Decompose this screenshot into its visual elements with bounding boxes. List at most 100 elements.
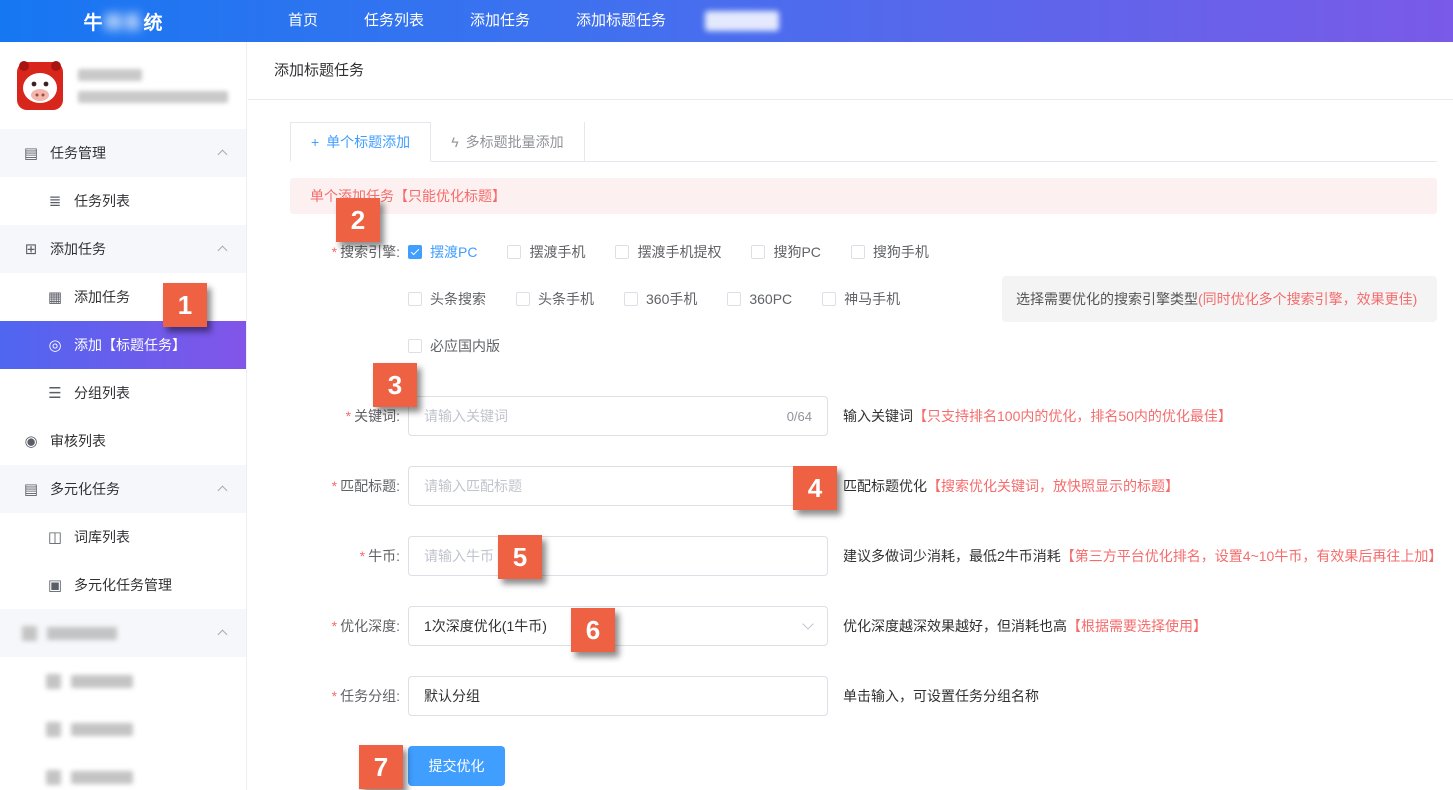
coin-input[interactable] xyxy=(424,548,812,564)
engine-option-sogou-mobile[interactable]: 搜狗手机 xyxy=(851,242,929,262)
sidebar-item-group-list[interactable]: ☰ 分组列表 xyxy=(0,369,246,417)
engine-tip-text: 选择需要优化的搜索引擎类型 xyxy=(1016,289,1198,309)
form-row-submit: 提交优化 xyxy=(290,746,1437,786)
help-text: 建议多做词少消耗，最低2牛币消耗 xyxy=(843,548,1061,564)
nav-user-redacted[interactable] xyxy=(705,11,779,31)
form-row-depth: *优化深度: 1次深度优化(1牛币) 优化深度越深效果越好，但消耗也高【根据需要… xyxy=(290,606,1437,646)
sidebar-section-diversified-tasks[interactable]: ▤ 多元化任务 xyxy=(0,465,246,513)
sidebar-item-diversified-task-management[interactable]: ▣ 多元化任务管理 xyxy=(0,561,246,609)
checkbox-icon[interactable] xyxy=(408,292,422,306)
keyword-help: 输入关键词【只支持排名100内的优化，排名50内的优化最佳】 xyxy=(843,396,1232,436)
redacted-icon xyxy=(46,722,61,737)
field-label-text: 优化深度: xyxy=(340,618,400,634)
tab-single-title-add[interactable]: + 单个标题添加 xyxy=(290,122,431,162)
window-icon: ▣ xyxy=(46,576,64,594)
sidebar-item-redacted-3[interactable] xyxy=(0,753,246,790)
coin-input-box[interactable] xyxy=(408,536,828,576)
field-label-text: 匹配标题: xyxy=(340,478,400,494)
step-marker-1: 1 xyxy=(163,283,207,327)
sidebar-item-add-title-task[interactable]: ◎ 添加【标题任务】 xyxy=(0,321,246,369)
sidebar-item-label: 多元化任务 xyxy=(50,479,120,499)
sidebar-item-lexicon-list[interactable]: ◫ 词库列表 xyxy=(0,513,246,561)
sidebar-item-add-task[interactable]: ▦ 添加任务 xyxy=(0,273,246,321)
chevron-up-icon xyxy=(218,150,228,160)
app-logo: 牛排系统 xyxy=(0,8,247,35)
keyword-input[interactable] xyxy=(424,408,779,424)
engine-row-1: 摆渡PC 摆渡手机 摆渡手机提权 搜狗PC 搜狗手机 xyxy=(408,232,1437,272)
engine-option-360-pc[interactable]: 360PC xyxy=(727,291,792,307)
checkbox-icon[interactable] xyxy=(516,292,530,306)
main-content: 添加标题任务 + 单个标题添加 ϟ 多标题批量添加 单个添加任务【只能优化标题】… xyxy=(248,42,1453,790)
engine-option-toutiao-search[interactable]: 头条搜索 xyxy=(408,289,486,309)
content-area: + 单个标题添加 ϟ 多标题批量添加 单个添加任务【只能优化标题】 *搜索引擎:… xyxy=(248,100,1453,786)
checkbox-icon[interactable] xyxy=(507,245,521,259)
chevron-down-icon xyxy=(802,618,813,629)
user-panel xyxy=(0,42,246,129)
engine-option-baidu-mobile-boost[interactable]: 摆渡手机提权 xyxy=(615,242,721,262)
eye-icon: ◉ xyxy=(22,432,40,450)
step-marker-5: 5 xyxy=(498,535,542,579)
form-row-coin: *牛币: 建议多做词少消耗，最低2牛币消耗【第三方平台优化排名，设置4~10牛币… xyxy=(290,536,1437,576)
group-input-box[interactable] xyxy=(408,676,828,716)
nav-item-home[interactable]: 首页 xyxy=(265,0,341,42)
checkbox-icon[interactable] xyxy=(615,245,629,259)
sidebar-item-redacted-1[interactable] xyxy=(0,657,246,705)
field-label: *优化深度: xyxy=(290,606,408,646)
page-title: 添加标题任务 xyxy=(248,42,1453,100)
sidebar-item-label: 分组列表 xyxy=(74,383,130,403)
sidebar-item-redacted-2[interactable] xyxy=(0,705,246,753)
sidebar-item-label: 多元化任务管理 xyxy=(74,575,172,595)
sidebar-item-label-redacted xyxy=(47,627,117,640)
checkbox-icon[interactable] xyxy=(624,292,638,306)
tab-batch-title-add[interactable]: ϟ 多标题批量添加 xyxy=(431,122,584,161)
field-label: *匹配标题: xyxy=(290,466,408,506)
engine-option-shenma-mobile[interactable]: 神马手机 xyxy=(822,289,900,309)
engine-option-label: 搜狗PC xyxy=(773,242,820,262)
group-help: 单击输入，可设置任务分组名称 xyxy=(843,676,1039,716)
group-input[interactable] xyxy=(424,688,812,704)
avatar xyxy=(14,58,66,114)
engine-option-sogou-pc[interactable]: 搜狗PC xyxy=(751,242,820,262)
engine-option-label: 360PC xyxy=(749,291,792,307)
help-text: 输入关键词 xyxy=(843,408,913,424)
redacted-icon xyxy=(46,770,61,785)
required-mark: * xyxy=(346,408,351,424)
engine-option-baidu-pc[interactable]: 摆渡PC xyxy=(408,242,477,262)
top-navbar: 牛排系统 首页 任务列表 添加任务 添加标题任务 xyxy=(0,0,1453,42)
book-icon: ◫ xyxy=(46,528,64,546)
nav-item-add-title-task[interactable]: 添加标题任务 xyxy=(553,0,689,42)
engine-option-360-mobile[interactable]: 360手机 xyxy=(624,289,697,309)
sidebar-item-review-list[interactable]: ◉ 审核列表 xyxy=(0,417,246,465)
tab-label: 单个标题添加 xyxy=(326,123,410,161)
depth-select[interactable]: 1次深度优化(1牛币) xyxy=(408,606,828,646)
engine-option-baidu-mobile[interactable]: 摆渡手机 xyxy=(507,242,585,262)
checkbox-icon[interactable] xyxy=(727,292,741,306)
step-marker-3: 3 xyxy=(373,363,417,407)
list-icon: ≣ xyxy=(46,192,64,210)
engine-row-2: 头条搜索 头条手机 360手机 360PC 神马手机 选择需要优化的搜索引擎类型… xyxy=(408,276,1437,322)
checkbox-icon[interactable] xyxy=(408,339,422,353)
sidebar-section-redacted[interactable] xyxy=(0,609,246,657)
checkbox-checked-icon[interactable] xyxy=(408,245,422,259)
help-text: 匹配标题优化 xyxy=(843,478,927,494)
match-title-input-box[interactable] xyxy=(408,466,828,506)
checkbox-icon[interactable] xyxy=(851,245,865,259)
form-row-keyword: *关键词: 0/64 输入关键词【只支持排名100内的优化，排名50内的优化最佳… xyxy=(290,396,1437,436)
engine-option-bing-cn[interactable]: 必应国内版 xyxy=(408,336,500,356)
engine-option-label: 头条搜索 xyxy=(430,289,486,309)
folder-icon: ▤ xyxy=(22,144,40,162)
engine-option-toutiao-mobile[interactable]: 头条手机 xyxy=(516,289,594,309)
sidebar-section-add-task[interactable]: ⊞ 添加任务 xyxy=(0,225,246,273)
match-title-input[interactable] xyxy=(424,478,812,494)
checkbox-icon[interactable] xyxy=(822,292,836,306)
keyword-input-box[interactable]: 0/64 xyxy=(408,396,828,436)
nav-item-task-list[interactable]: 任务列表 xyxy=(341,0,447,42)
sidebar-item-label-redacted xyxy=(71,771,133,784)
nav-item-add-task[interactable]: 添加任务 xyxy=(447,0,553,42)
tab-label: 多标题批量添加 xyxy=(466,123,564,161)
checkbox-icon[interactable] xyxy=(751,245,765,259)
submit-button[interactable]: 提交优化 xyxy=(408,746,505,786)
sidebar-item-task-list[interactable]: ≣ 任务列表 xyxy=(0,177,246,225)
sidebar-section-task-management[interactable]: ▤ 任务管理 xyxy=(0,129,246,177)
user-info-redacted xyxy=(78,69,228,103)
